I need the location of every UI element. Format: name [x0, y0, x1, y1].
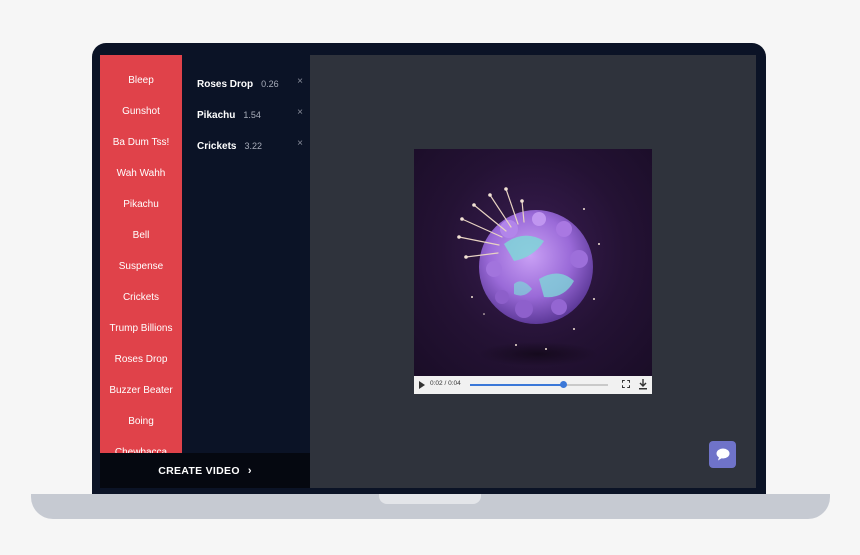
selected-sound-row: Roses Drop 0.26 ×: [197, 76, 303, 92]
selected-sound-name: Roses Drop: [197, 78, 254, 90]
remove-sound-close-icon[interactable]: ×: [297, 138, 303, 149]
download-icon[interactable]: [638, 379, 648, 390]
selected-sound-time: 1.54: [243, 110, 261, 120]
video-frame[interactable]: [414, 149, 652, 376]
sound-item-gunshot[interactable]: Gunshot: [100, 96, 182, 127]
play-icon[interactable]: [419, 381, 425, 389]
sound-item-buzzer-beater[interactable]: Buzzer Beater: [100, 375, 182, 406]
video-controls: 0:02 / 0:04: [414, 376, 652, 394]
sound-item-roses-drop[interactable]: Roses Drop: [100, 344, 182, 375]
chat-icon: [716, 448, 729, 461]
sound-item-trump-billions[interactable]: Trump Billions: [100, 313, 182, 344]
remove-sound-close-icon[interactable]: ×: [297, 76, 303, 87]
chevron-right-icon: ›: [247, 464, 252, 477]
laptop-notch: [379, 494, 481, 504]
sound-item-boing[interactable]: Boing: [100, 406, 182, 437]
selected-sound-row: Crickets 3.22 ×: [197, 138, 303, 154]
sound-item-crickets[interactable]: Crickets: [100, 282, 182, 313]
sound-item-pikachu[interactable]: Pikachu: [100, 189, 182, 220]
video-progress-fill: [470, 384, 564, 386]
create-video-button[interactable]: CREATE VIDEO ›: [100, 453, 310, 488]
create-video-label: CREATE VIDEO: [158, 464, 240, 477]
video-progress-thumb[interactable]: [560, 381, 568, 388]
flower-sphere-video-still: [457, 187, 600, 366]
selected-sound-time: 3.22: [244, 141, 262, 151]
sound-item-bleep[interactable]: Bleep: [100, 65, 182, 96]
selected-sound-row: Pikachu 1.54 ×: [197, 107, 303, 123]
video-time: 0:02 / 0:04: [430, 380, 461, 387]
app-screen: Bleep Gunshot Ba Dum Tss! Wah Wahh Pikac…: [100, 55, 756, 488]
chat-button[interactable]: [709, 441, 736, 468]
sound-item-chewbacca[interactable]: Chewbacca: [100, 437, 182, 453]
sound-list: Bleep Gunshot Ba Dum Tss! Wah Wahh Pikac…: [100, 55, 182, 453]
sound-item-bell[interactable]: Bell: [100, 220, 182, 251]
selected-sounds-panel: Roses Drop 0.26 × Pikachu 1.54 × Cricket…: [182, 55, 310, 453]
video-progress-bar[interactable]: [470, 381, 608, 388]
selected-sound-name: Crickets: [197, 140, 237, 152]
fullscreen-icon[interactable]: [622, 380, 630, 388]
selected-sound-time: 0.26: [261, 79, 279, 89]
video-player: 0:02 / 0:04: [414, 149, 652, 394]
sound-item-wah-wahh[interactable]: Wah Wahh: [100, 158, 182, 189]
remove-sound-close-icon[interactable]: ×: [297, 107, 303, 118]
selected-sound-name: Pikachu: [197, 109, 236, 121]
sound-item-ba-dum-tss[interactable]: Ba Dum Tss!: [100, 127, 182, 158]
sound-item-suspense[interactable]: Suspense: [100, 251, 182, 282]
